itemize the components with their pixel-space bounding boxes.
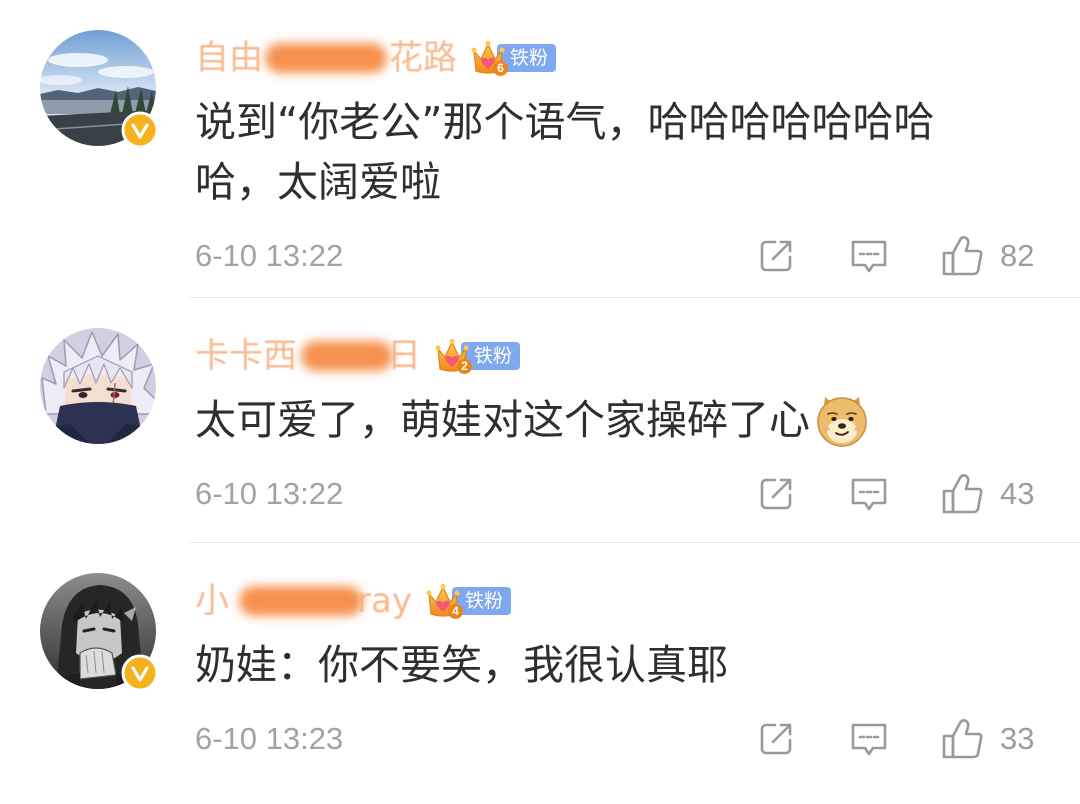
thumbs-up-icon [942, 474, 983, 514]
thumbs-up-icon [942, 719, 983, 759]
redaction-mark [301, 341, 393, 371]
like-button[interactable] [940, 719, 986, 759]
verified-icon [121, 111, 159, 149]
comment-line: 奶娃：你不要笑，我很认真耶 [195, 641, 728, 689]
comment-time: 6-10 13:23 [195, 721, 344, 756]
comment-line: 太可爱了，萌娃对这个家操碎了心 [195, 390, 1080, 450]
redaction-mark [265, 43, 387, 73]
share-icon [760, 240, 792, 272]
reply-button[interactable] [849, 719, 889, 759]
comment-content: 说到“你老公”那个语气，哈哈哈哈哈哈哈 哈，太阔爱啦 [195, 92, 1080, 212]
comment-line: 说到“你老公”那个语气，哈哈哈哈哈哈哈 [195, 98, 935, 146]
comment-item: 小 ray 4 铁粉 奶娃：你不要笑，我很认真耶 6-10 13:23 33 [0, 543, 1080, 804]
username[interactable]: 卡卡西 日 [195, 336, 421, 376]
reply-button[interactable] [849, 474, 889, 514]
fan-level: 6 [493, 60, 508, 76]
comment-line: 哈，太阔爱啦 [195, 158, 441, 206]
name-row: 小 ray 4 铁粉 [195, 581, 1080, 621]
username-prefix: 自由 [195, 38, 263, 78]
username-prefix: 小 [195, 581, 229, 621]
fan-badge[interactable]: 2 铁粉 [435, 338, 521, 375]
fan-badge[interactable]: 6 铁粉 [471, 40, 557, 77]
username-suffix: ray [357, 581, 412, 621]
like-count: 43 [1000, 476, 1035, 511]
verified-icon [121, 654, 159, 692]
comment-time: 6-10 13:22 [195, 476, 344, 511]
username-prefix: 卡卡西 [195, 336, 297, 376]
comment-icon [851, 723, 887, 756]
comment-icon [851, 240, 887, 273]
share-button[interactable] [756, 474, 796, 514]
name-row: 卡卡西 日 2 铁粉 [195, 336, 1080, 376]
comment-content: 太可爱了，萌娃对这个家操碎了心 [195, 390, 1080, 450]
username[interactable]: 小 ray [195, 581, 412, 621]
share-button[interactable] [756, 719, 796, 759]
comment-icon [851, 478, 887, 511]
fan-level: 4 [447, 603, 463, 619]
crown-icon: 6 [471, 40, 508, 77]
comment-body: 卡卡西 日 2 铁粉 太可爱了，萌娃对这个家操碎了心 6-10 13:22 43 [195, 336, 1080, 514]
comment-item: 卡卡西 日 2 铁粉 太可爱了，萌娃对这个家操碎了心 6-10 13:22 43 [0, 298, 1080, 543]
username-suffix: 花路 [389, 38, 457, 78]
redaction-mark [239, 586, 363, 616]
reply-button[interactable] [849, 236, 889, 276]
comment-meta: 6-10 13:22 82 [195, 236, 1080, 276]
crown-icon: 4 [426, 583, 463, 620]
comment-content: 奶娃：你不要笑，我很认真耶 [195, 635, 1080, 695]
comment-meta: 6-10 13:22 43 [195, 474, 1080, 514]
like-count: 33 [1000, 721, 1035, 756]
fan-level: 2 [457, 358, 472, 374]
username[interactable]: 自由 花路 [195, 38, 457, 78]
share-icon [760, 478, 792, 510]
avatar[interactable] [40, 328, 156, 444]
share-button[interactable] [756, 236, 796, 276]
comment-item: 自由 花路 6 铁粉 说到“你老公”那个语气，哈哈哈哈哈哈哈 哈，太阔爱啦 6-… [0, 0, 1080, 298]
like-button[interactable] [940, 236, 986, 276]
comment-text: 太可爱了，萌娃对这个家操碎了心 [195, 396, 810, 444]
share-icon [760, 723, 792, 755]
thumbs-up-icon [942, 236, 983, 276]
fan-badge[interactable]: 4 铁粉 [426, 583, 511, 620]
like-button[interactable] [940, 474, 986, 514]
like-count: 82 [1000, 238, 1035, 273]
comment-time: 6-10 13:22 [195, 238, 344, 273]
comment-body: 自由 花路 6 铁粉 说到“你老公”那个语气，哈哈哈哈哈哈哈 哈，太阔爱啦 6-… [195, 38, 1080, 276]
doge-emoji [814, 392, 870, 448]
comment-body: 小 ray 4 铁粉 奶娃：你不要笑，我很认真耶 6-10 13:23 33 [195, 581, 1080, 759]
crown-icon: 2 [435, 338, 472, 375]
comment-meta: 6-10 13:23 33 [195, 719, 1080, 759]
username-suffix: 日 [387, 336, 421, 376]
name-row: 自由 花路 6 铁粉 [195, 38, 1080, 78]
